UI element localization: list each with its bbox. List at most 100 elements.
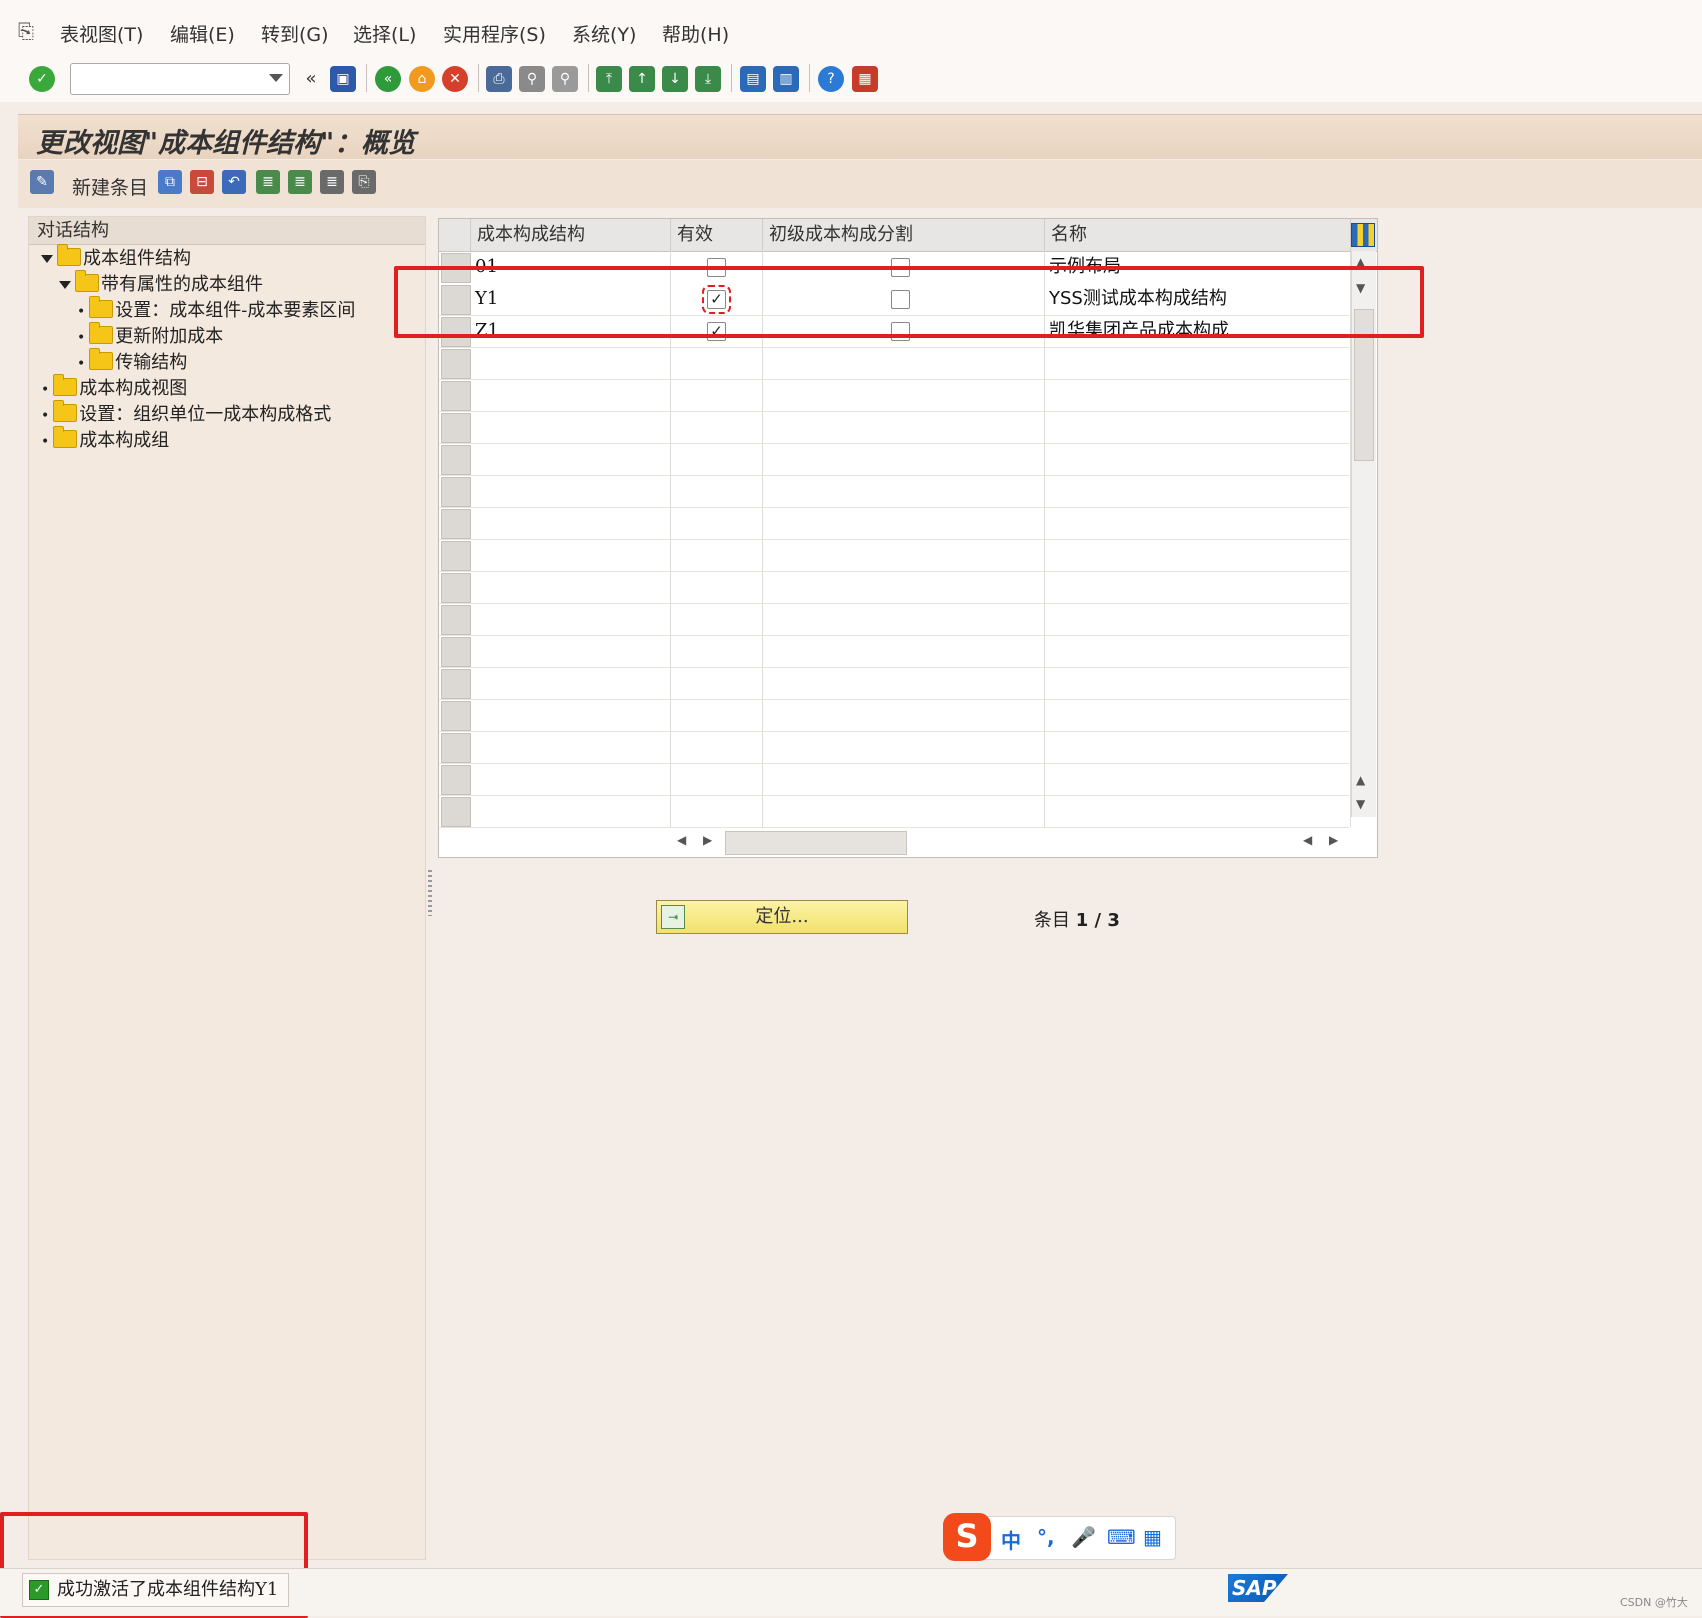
cell-active[interactable]: [671, 635, 763, 667]
row-selector[interactable]: [441, 445, 471, 475]
microphone-icon[interactable]: 🎤: [1071, 1525, 1096, 1549]
cell-active[interactable]: [671, 443, 763, 475]
tree-node-org-unit-format[interactable]: • 设置：组织单位一成本构成格式: [41, 400, 331, 427]
cell-active[interactable]: [671, 539, 763, 571]
find-icon[interactable]: ⚲: [519, 66, 545, 92]
status-message[interactable]: ✓ 成功激活了成本组件结构Y1: [22, 1573, 290, 1607]
cell-structure[interactable]: [471, 635, 671, 667]
cell-name[interactable]: [1045, 507, 1351, 539]
deselect-all-icon[interactable]: ≣: [320, 170, 344, 194]
chevron-down-icon[interactable]: [269, 74, 283, 82]
menu-system[interactable]: 系统(Y): [572, 20, 636, 47]
cell-primary[interactable]: [763, 731, 1045, 763]
row-selector[interactable]: [441, 701, 471, 731]
cell-primary[interactable]: [763, 507, 1045, 539]
cell-primary[interactable]: [763, 635, 1045, 667]
column-header-structure[interactable]: 成本构成结构: [471, 219, 671, 251]
cell-name[interactable]: [1045, 763, 1351, 795]
row-selector[interactable]: [441, 573, 471, 603]
cell-structure[interactable]: [471, 795, 671, 827]
tree-node-cost-component-structure[interactable]: 成本组件结构: [41, 244, 191, 271]
cell-active[interactable]: [671, 731, 763, 763]
cell-name[interactable]: [1045, 475, 1351, 507]
copy-as-icon[interactable]: ⧉: [158, 170, 182, 194]
cell-primary[interactable]: [763, 475, 1045, 507]
last-page-icon[interactable]: ⤓: [695, 66, 721, 92]
column-header-name[interactable]: 名称: [1045, 219, 1351, 251]
select-all-header[interactable]: [439, 219, 471, 251]
cell-structure[interactable]: [471, 411, 671, 443]
horizontal-scrollbar[interactable]: [725, 831, 907, 855]
scroll-left-icon[interactable]: ◀: [677, 833, 686, 847]
cell-name[interactable]: [1045, 603, 1351, 635]
tree-node-update-overhead[interactable]: • 更新附加成本: [77, 322, 223, 349]
cell-structure[interactable]: [471, 699, 671, 731]
undo-change-icon[interactable]: ↶: [222, 170, 246, 194]
row-selector[interactable]: [441, 477, 471, 507]
cell-name[interactable]: [1045, 731, 1351, 763]
cell-active[interactable]: [671, 475, 763, 507]
panel-splitter[interactable]: [428, 870, 432, 916]
cell-structure[interactable]: [471, 603, 671, 635]
cell-name[interactable]: [1045, 699, 1351, 731]
menu-utilities[interactable]: 实用程序(S): [443, 20, 546, 47]
scroll-up-icon[interactable]: ▲: [1356, 773, 1365, 787]
row-selector[interactable]: [441, 669, 471, 699]
cell-active[interactable]: [671, 699, 763, 731]
cell-primary[interactable]: [763, 699, 1045, 731]
row-selector[interactable]: [441, 381, 471, 411]
tree-node-cost-component-view[interactable]: • 成本构成视图: [41, 374, 187, 401]
collapse-icon[interactable]: «: [298, 66, 324, 92]
cell-structure[interactable]: [471, 667, 671, 699]
cell-active[interactable]: [671, 379, 763, 411]
menu-help[interactable]: 帮助(H): [662, 20, 729, 47]
menu-table-view[interactable]: 表视图(T): [60, 20, 143, 47]
command-field[interactable]: [70, 63, 290, 95]
find-next-icon[interactable]: ⚲: [552, 66, 578, 92]
cell-name[interactable]: [1045, 795, 1351, 827]
save-icon[interactable]: ▣: [330, 66, 356, 92]
row-selector[interactable]: [441, 541, 471, 571]
tree-node-cost-components-attributes[interactable]: 带有属性的成本组件: [59, 270, 263, 297]
column-header-primary[interactable]: 初级成本构成分割: [763, 219, 1045, 251]
sogou-logo-icon[interactable]: S: [943, 1513, 991, 1561]
cell-name[interactable]: [1045, 539, 1351, 571]
tree-node-cost-element-range[interactable]: • 设置：成本组件-成本要素区间: [77, 296, 355, 323]
scroll-right-icon[interactable]: ▶: [703, 833, 712, 847]
cell-structure[interactable]: [471, 347, 671, 379]
position-button[interactable]: ⇥ 定位...: [656, 900, 908, 934]
cell-primary[interactable]: [763, 763, 1045, 795]
cell-name[interactable]: [1045, 411, 1351, 443]
cancel-icon[interactable]: ✕: [442, 66, 468, 92]
display-change-icon[interactable]: ✎: [30, 170, 54, 194]
enter-icon[interactable]: ✓: [29, 66, 55, 92]
cell-primary[interactable]: [763, 347, 1045, 379]
cell-active[interactable]: [671, 411, 763, 443]
row-selector[interactable]: [441, 509, 471, 539]
cell-primary[interactable]: [763, 539, 1045, 571]
column-header-active[interactable]: 有效: [671, 219, 763, 251]
cell-structure[interactable]: [471, 443, 671, 475]
cell-name[interactable]: [1045, 571, 1351, 603]
document-icon[interactable]: ⎘: [352, 170, 376, 194]
expand-icon[interactable]: [59, 281, 71, 289]
tree-node-cost-component-groups[interactable]: • 成本构成组: [41, 426, 169, 453]
cell-name[interactable]: [1045, 635, 1351, 667]
back-icon[interactable]: «: [375, 66, 401, 92]
apps-grid-icon[interactable]: ▦: [1143, 1525, 1162, 1549]
row-selector[interactable]: [441, 413, 471, 443]
cell-primary[interactable]: [763, 603, 1045, 635]
cell-primary[interactable]: [763, 379, 1045, 411]
ime-chinese-mode[interactable]: 中: [1001, 1525, 1021, 1554]
cell-active[interactable]: [671, 795, 763, 827]
menu-icon[interactable]: ⎘: [18, 20, 42, 42]
new-entries-button[interactable]: 新建条目: [72, 173, 148, 200]
menu-goto[interactable]: 转到(G): [261, 20, 329, 47]
cell-active[interactable]: [671, 571, 763, 603]
cell-structure[interactable]: [471, 539, 671, 571]
cell-active[interactable]: [671, 667, 763, 699]
previous-page-icon[interactable]: ↑: [629, 66, 655, 92]
cell-active[interactable]: [671, 603, 763, 635]
row-selector[interactable]: [441, 605, 471, 635]
menu-edit[interactable]: 编辑(E): [170, 20, 235, 47]
